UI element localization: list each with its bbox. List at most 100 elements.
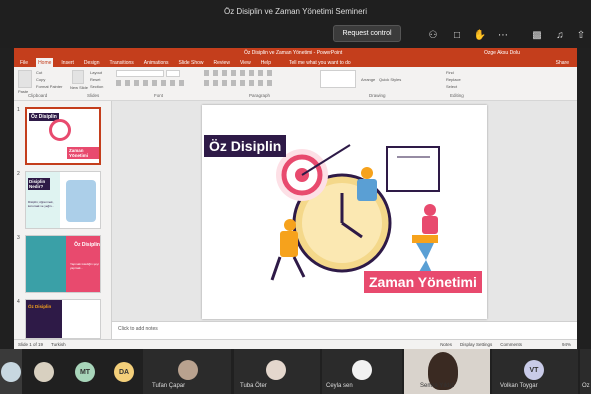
notes-toggle[interactable]: Notes — [440, 342, 452, 347]
select-button[interactable]: Select — [446, 84, 457, 89]
language-indicator: Turkish — [51, 342, 66, 347]
window-titlebar: Öz Disiplin ve Zaman Yönetimi Semineri — [0, 0, 591, 22]
tab-file[interactable]: File — [18, 60, 30, 66]
copy-button[interactable]: Copy — [36, 77, 45, 82]
window-title: Öz Disiplin ve Zaman Yönetimi Semineri — [223, 6, 367, 16]
participant-name: Oz — [582, 383, 590, 389]
participant-avatar-da[interactable]: DA — [114, 362, 134, 382]
format-painter-button[interactable]: Format Painter — [36, 84, 62, 89]
new-slide-label: New Slide — [70, 85, 89, 90]
slide-thumbnail-2[interactable]: Disiplin Nedir? Disiplin; öğrenmek, koru… — [25, 171, 101, 229]
find-button[interactable]: Find — [446, 70, 454, 75]
tab-view[interactable]: View — [238, 60, 253, 66]
participant-name: Semra Yıldız — [420, 383, 455, 389]
tab-review[interactable]: Review — [212, 60, 232, 66]
zoom-level[interactable]: 94% — [562, 342, 571, 347]
tab-home[interactable]: Home — [36, 58, 54, 67]
slide-number: 4 — [17, 299, 20, 305]
participant-name: Tufan Çapar — [152, 383, 186, 389]
replace-button[interactable]: Replace — [446, 77, 461, 82]
participant-avatar-vt: VT — [524, 360, 544, 380]
tab-animations[interactable]: Animations — [142, 60, 171, 66]
tab-transitions[interactable]: Transitions — [108, 60, 136, 66]
font-size-select[interactable] — [166, 70, 180, 77]
participant-name: Ceyla sen — [326, 383, 353, 389]
thumb-title: Öz Disiplin — [74, 242, 100, 248]
camera-off-icon[interactable]: ▩ — [530, 28, 544, 42]
chat-icon[interactable]: □ — [450, 28, 464, 42]
people-illustration — [66, 180, 96, 222]
share-screen-icon[interactable]: ⇧ — [574, 28, 588, 42]
mic-off-icon[interactable]: ♫ — [553, 28, 567, 42]
slide-thumbnail-1[interactable]: Öz Disiplin Zaman Yönetimi — [25, 107, 101, 165]
tab-insert[interactable]: Insert — [59, 60, 76, 66]
participant-avatar — [352, 360, 372, 380]
layout-button[interactable]: Layout — [90, 70, 102, 75]
meeting-toolbar: Request control ⚇ □ ✋ ⋯ ▩ ♫ ⇧ — [0, 22, 591, 48]
group-slides: Slides — [87, 93, 100, 98]
slide-number: 1 — [17, 107, 20, 113]
shared-powerpoint-window: Öz Disiplin ve Zaman Yönetimi - PowerPoi… — [14, 48, 577, 349]
group-drawing: Drawing — [369, 93, 386, 98]
thumb-body: Disiplin; öğrenmek, korumak ve yeğin... — [28, 200, 55, 208]
people-icon[interactable]: ⚇ — [426, 28, 440, 42]
ppt-user: Ozge Aksu Dolu — [484, 50, 520, 56]
notes-pane[interactable]: Click to add notes — [112, 321, 577, 339]
group-paragraph: Paragraph — [249, 93, 271, 98]
share-button[interactable]: Share — [554, 60, 571, 66]
slide-number: 3 — [17, 235, 20, 241]
slide-title[interactable]: Öz Disiplin — [204, 135, 287, 157]
quick-styles-button[interactable]: Quick Styles — [379, 77, 401, 82]
raise-hand-icon[interactable]: ✋ — [473, 28, 487, 42]
slide-thumbnail-3[interactable]: Öz Disiplin Yapmak istediğin şeyi yapmak… — [25, 235, 101, 293]
group-clipboard: Clipboard — [28, 93, 48, 98]
target-illustration — [49, 119, 71, 141]
tab-help[interactable]: Help — [259, 60, 273, 66]
slide-thumbnail-4[interactable]: Öz Disiplin — [25, 299, 101, 339]
paste-button[interactable] — [18, 70, 32, 88]
ribbon-tabs: File Home Insert Design Transitions Anim… — [14, 58, 577, 67]
participant-name: Volkan Toygar — [500, 383, 538, 389]
paste-label: Paste — [18, 89, 29, 94]
more-options-icon[interactable]: ⋯ — [496, 28, 510, 42]
comments-button[interactable]: Comments — [500, 342, 522, 347]
participant-avatar[interactable] — [34, 362, 54, 382]
reset-button[interactable]: Reset — [90, 77, 100, 82]
slide-counter: Slide 1 of 19 — [18, 342, 44, 347]
ppt-title: Öz Disiplin ve Zaman Yönetimi - PowerPoi… — [244, 50, 343, 56]
participant-avatar — [266, 360, 286, 380]
shapes-gallery[interactable] — [320, 70, 356, 88]
cut-button[interactable]: Cut — [36, 70, 42, 75]
thumb-title: Öz Disiplin — [28, 304, 52, 309]
font-family-select[interactable] — [116, 70, 164, 77]
slide-thumbnails-pane: 1 Öz Disiplin Zaman Yönetimi 2 Disiplin … — [14, 101, 112, 339]
current-slide[interactable]: Öz Disiplin Zaman Yönetimi — [202, 105, 487, 319]
ribbon: Paste Cut Copy Format Painter New Slide … — [14, 67, 577, 101]
section-button[interactable]: Section — [90, 84, 103, 89]
arrange-button[interactable]: Arrange — [361, 77, 375, 82]
request-control-button[interactable]: Request control — [333, 25, 401, 42]
alignment-buttons[interactable] — [204, 80, 274, 86]
tab-design[interactable]: Design — [82, 60, 102, 66]
display-settings-button[interactable]: Display Settings — [460, 342, 492, 347]
thumb-body: Yapmak istediğin şeyi yapmak... — [70, 262, 99, 270]
participant-avatar — [178, 360, 198, 380]
ppt-titlebar: Öz Disiplin ve Zaman Yönetimi - PowerPoi… — [14, 48, 577, 58]
group-editing: Editing — [450, 93, 464, 98]
new-slide-button[interactable] — [72, 70, 84, 84]
notes-placeholder: Click to add notes — [118, 326, 158, 332]
tell-me-box[interactable]: Tell me what you want to do — [287, 60, 353, 66]
slide-subtitle[interactable]: Zaman Yönetimi — [364, 271, 482, 293]
thumb-title: Disiplin Nedir? — [28, 178, 50, 190]
slide-canvas: Öz Disiplin Zaman Yönetimi — [112, 101, 577, 339]
tab-slideshow[interactable]: Slide Show — [177, 60, 206, 66]
participant-avatar — [1, 362, 21, 382]
participant-avatar-mt[interactable]: MT — [75, 362, 95, 382]
participant-name: Tuba Öter — [240, 383, 267, 389]
slide-number: 2 — [17, 171, 20, 177]
thumb-subtitle: Zaman Yönetimi — [67, 147, 99, 159]
group-font: Font — [154, 93, 164, 98]
paragraph-buttons[interactable] — [204, 70, 274, 76]
font-format-buttons[interactable] — [116, 80, 186, 86]
status-bar: Slide 1 of 19 Turkish Notes Display Sett… — [14, 339, 577, 349]
